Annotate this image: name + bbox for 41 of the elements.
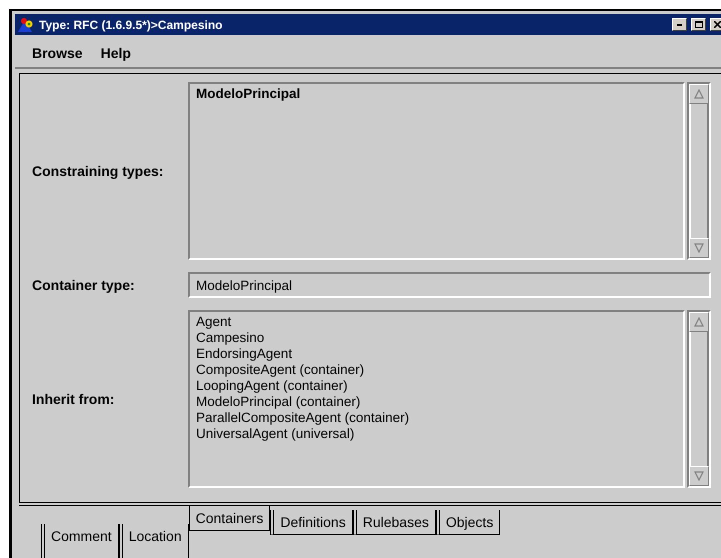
field-label: Container type: [31,277,136,293]
list-item[interactable]: UniversalAgent (universal) [196,426,677,442]
scrollbar[interactable] [687,310,711,488]
close-button[interactable] [710,18,721,31]
list-item[interactable]: ModeloPrincipal (container) [196,394,677,410]
list-item[interactable]: CompositeAgent (container) [196,362,677,378]
app-icon [17,16,35,32]
tab[interactable]: Location [118,524,189,558]
field-label: Inherit from: [31,391,116,407]
list-box[interactable]: ModeloPrincipal [188,82,685,260]
close-icon [714,21,721,28]
maximize-button[interactable] [691,18,706,31]
list-item[interactable]: Agent [196,314,677,330]
input-field[interactable]: ModeloPrincipal [188,272,711,298]
scroll-down-button[interactable] [689,238,709,258]
list-item[interactable]: ModeloPrincipal [196,86,677,102]
menu-item[interactable]: Browse [32,45,83,67]
list-item[interactable]: EndorsingAgent [196,346,677,362]
scrollbar[interactable] [687,82,711,260]
scroll-up-button[interactable] [689,84,709,104]
tab[interactable]: Objects [436,510,500,535]
maximize-icon [694,21,702,28]
window-title: Type: RFC (1.6.9.5*)>Campesino [39,18,224,32]
menu-item[interactable]: Help [100,45,131,67]
list-item[interactable]: ParallelCompositeAgent (container) [196,410,677,426]
minimize-button[interactable] [672,18,687,31]
tab[interactable]: Containers [188,506,270,531]
list-box[interactable]: Agent Campesino EndorsingAgent CompositeAgent (container) LoopingAgent (container) ModeloPrincipal (container) ParallelCompositeAgent (container) UniversalAgent (universal) [188,310,685,488]
list-item[interactable]: LoopingAgent (container) [196,378,677,394]
tab[interactable]: Rulebases [352,510,436,535]
up-arrow-icon [694,317,704,327]
list-item[interactable]: Campesino [196,330,677,346]
scroll-down-button[interactable] [689,466,709,486]
minimize-icon [677,24,682,26]
tab[interactable]: Comment [41,524,119,558]
up-arrow-icon [694,89,704,99]
field-label: Constraining types: [31,163,164,179]
tab[interactable]: Definitions [270,510,353,535]
down-arrow-icon [694,243,704,253]
down-arrow-icon [694,471,704,481]
scroll-up-button[interactable] [689,312,709,332]
